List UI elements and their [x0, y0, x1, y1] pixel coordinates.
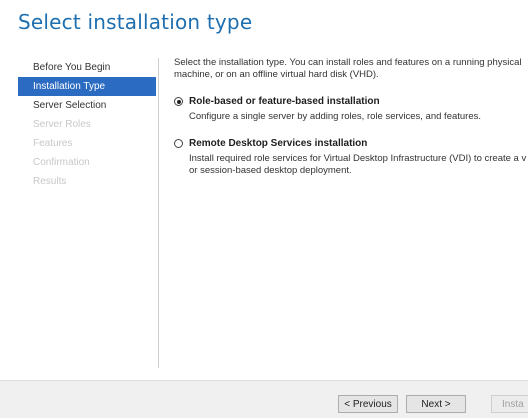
- option-remote-desktop[interactable]: Remote Desktop Services installation Ins…: [174, 138, 528, 177]
- option-title[interactable]: Role-based or feature-based installation: [189, 96, 528, 108]
- sidebar-item-confirmation: Confirmation: [33, 157, 90, 168]
- option-description-line-2: or session-based desktop deployment.: [189, 165, 352, 176]
- main-content: Select the installation type. You can in…: [174, 57, 528, 177]
- sidebar-item-server-selection[interactable]: Server Selection: [18, 96, 158, 115]
- sidebar-item-before-you-begin[interactable]: Before You Begin: [18, 58, 158, 77]
- wizard-footer: < Previous Next > Insta: [0, 380, 528, 418]
- sidebar-item-installation-type[interactable]: Installation Type: [18, 77, 156, 96]
- option-description: Configure a single server by adding role…: [189, 111, 482, 122]
- remote-desktop-radio[interactable]: [174, 139, 183, 148]
- intro-text-line-1: Select the installation type. You can in…: [174, 57, 522, 68]
- option-title[interactable]: Remote Desktop Services installation: [189, 138, 528, 150]
- role-based-radio[interactable]: [174, 97, 183, 106]
- sidebar-item-results: Results: [33, 176, 67, 187]
- install-button: Insta: [491, 395, 528, 413]
- option-role-based[interactable]: Role-based or feature-based installation…: [174, 96, 528, 123]
- previous-button[interactable]: < Previous: [338, 395, 398, 413]
- page-title: Select installation type: [18, 10, 253, 34]
- sidebar-item-server-roles: Server Roles: [33, 119, 91, 130]
- intro-text-line-2: machine, or on an offline virtual hard d…: [174, 69, 379, 80]
- next-button[interactable]: Next >: [406, 395, 466, 413]
- sidebar-item-features: Features: [33, 138, 73, 149]
- option-description: Install required role services for Virtu…: [189, 153, 527, 164]
- wizard-step-nav: Before You Begin Installation Type Serve…: [18, 58, 159, 368]
